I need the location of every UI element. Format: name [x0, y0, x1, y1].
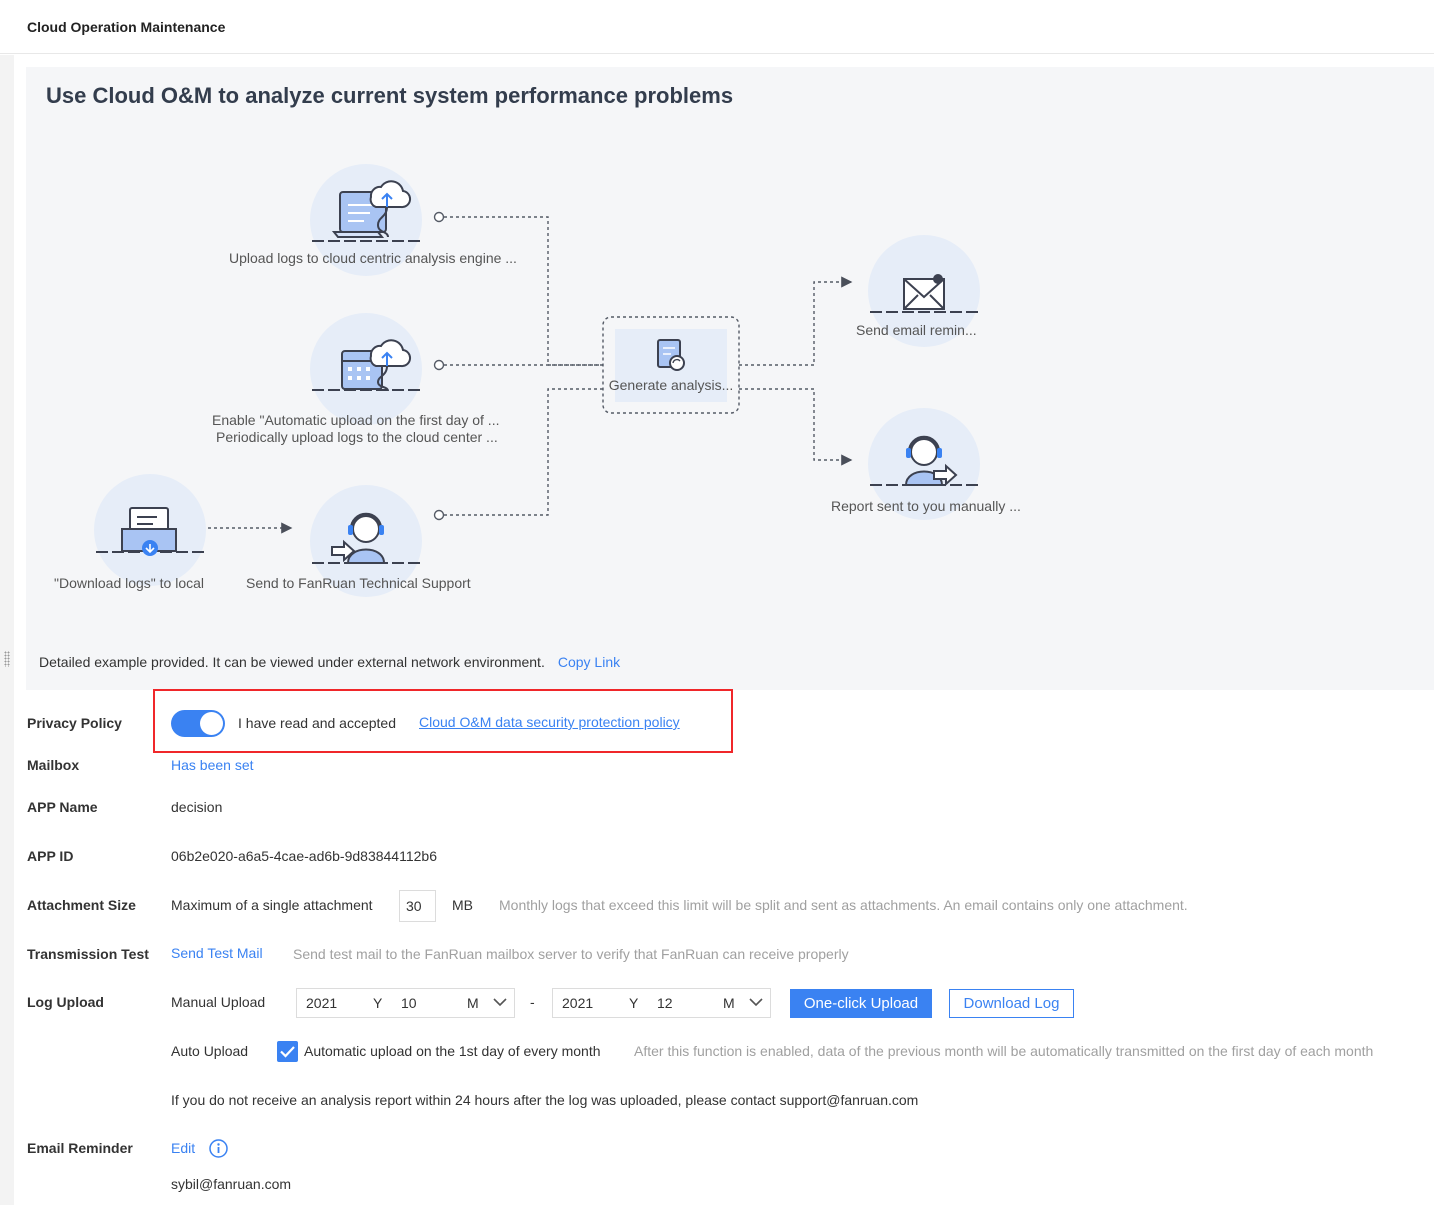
privacy-toggle[interactable] — [171, 710, 225, 737]
download-log-button[interactable]: Download Log — [949, 989, 1074, 1018]
node-label-download-local: "Download logs" to local — [54, 575, 205, 591]
node-label-report-manual: Report sent to you manually ... — [831, 498, 1021, 514]
app-name-label: APP Name — [27, 799, 98, 815]
connector-start-dot — [433, 359, 445, 371]
mailbox-set-link[interactable]: Has been set — [171, 757, 254, 773]
start-month-select[interactable]: 2021 Y 10 M — [296, 988, 515, 1018]
auto-upload-checkbox[interactable] — [277, 1041, 298, 1062]
end-year: 2021 — [562, 995, 594, 1011]
mailbox-label: Mailbox — [27, 757, 80, 773]
calendar-cloud-icon — [310, 313, 422, 425]
start-month: 10 — [401, 995, 417, 1011]
end-year-unit: Y — [629, 995, 639, 1011]
app-name-value: decision — [171, 799, 223, 815]
send-test-mail-link[interactable]: Send Test Mail — [171, 945, 263, 961]
date-range-separator: - — [530, 994, 535, 1010]
transmission-hint: Send test mail to the FanRuan mailbox se… — [293, 946, 849, 962]
email-reminder-edit-link[interactable]: Edit — [171, 1140, 195, 1156]
attachment-prefix: Maximum of a single attachment — [171, 897, 373, 913]
auto-upload-option[interactable]: Automatic upload on the 1st day of every… — [304, 1043, 601, 1059]
upload-notice: If you do not receive an analysis report… — [171, 1092, 919, 1108]
end-month-unit: M — [723, 995, 735, 1011]
auto-upload-label: Auto Upload — [171, 1043, 249, 1059]
copy-link[interactable]: Copy Link — [558, 654, 620, 670]
auto-upload-hint: After this function is enabled, data of … — [634, 1043, 1374, 1059]
privacy-policy-link[interactable]: Cloud O&M data security protection polic… — [419, 714, 680, 730]
start-year-unit: Y — [373, 995, 383, 1011]
connector-start-dot — [433, 211, 445, 223]
start-month-unit: M — [467, 995, 479, 1011]
info-icon[interactable] — [209, 1139, 228, 1158]
attachment-unit: MB — [452, 897, 473, 913]
attachment-size-label: Attachment Size — [27, 897, 136, 913]
main-content: Use Cloud O&M to analyze current system … — [14, 55, 1434, 1205]
node-label-generate: Generate analysis... — [608, 377, 734, 393]
drag-handle-icon[interactable] — [4, 651, 10, 667]
attachment-hint: Monthly logs that exceed this limit will… — [499, 897, 1188, 913]
page-title: Cloud Operation Maintenance — [27, 19, 226, 35]
node-label-email-reminder: Send email remin... — [856, 322, 977, 338]
log-upload-label: Log Upload — [27, 994, 104, 1010]
toggle-knob — [200, 712, 223, 735]
node-label-periodic-upload: Periodically upload logs to the cloud ce… — [216, 429, 498, 445]
download-folder-icon — [94, 474, 206, 586]
page-header: Cloud Operation Maintenance — [0, 0, 1434, 54]
start-year: 2021 — [306, 995, 338, 1011]
privacy-accepted-text: I have read and accepted — [238, 715, 397, 731]
app-id-value: 06b2e020-a6a5-4cae-ad6b-9d83844112b6 — [171, 848, 437, 864]
resize-bar[interactable] — [0, 55, 14, 1205]
manual-upload-label: Manual Upload — [171, 994, 266, 1010]
detail-note: Detailed example provided. It can be vie… — [39, 654, 620, 670]
privacy-policy-label: Privacy Policy — [27, 715, 122, 731]
checkmark-icon — [280, 1046, 295, 1058]
node-label-send-support: Send to FanRuan Technical Support — [246, 575, 471, 591]
connector-start-dot — [433, 509, 445, 521]
end-month: 12 — [657, 995, 673, 1011]
email-reminder-label: Email Reminder — [27, 1140, 133, 1156]
one-click-upload-button[interactable]: One-click Upload — [790, 989, 932, 1018]
chevron-down-icon — [749, 998, 763, 1007]
app-id-label: APP ID — [27, 848, 74, 864]
generate-analysis-node — [602, 316, 740, 414]
attachment-size-input[interactable]: 30 — [399, 890, 436, 922]
node-label-upload-cloud: Upload logs to cloud centric analysis en… — [229, 250, 517, 266]
node-label-auto-upload: Enable "Automatic upload on the first da… — [212, 412, 500, 428]
detail-text: Detailed example provided. It can be vie… — [39, 654, 545, 670]
end-month-select[interactable]: 2021 Y 12 M — [552, 988, 771, 1018]
transmission-test-label: Transmission Test — [27, 946, 149, 962]
workflow-panel: Use Cloud O&M to analyze current system … — [26, 67, 1434, 690]
reminder-email-address: sybil@fanruan.com — [171, 1176, 292, 1192]
chevron-down-icon — [493, 998, 507, 1007]
